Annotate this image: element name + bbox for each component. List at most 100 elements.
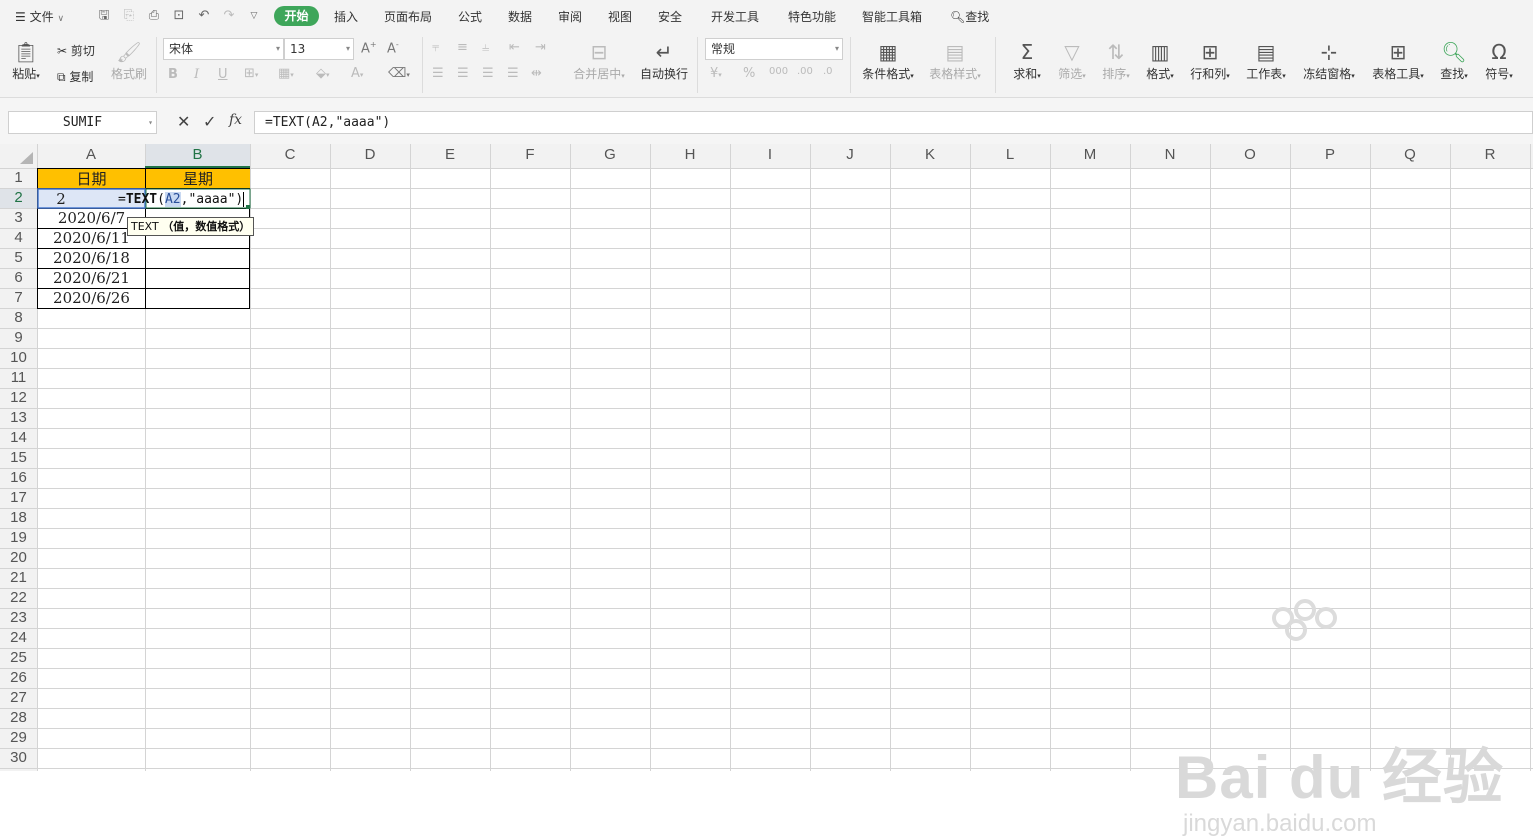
tab-home[interactable]: 开始 — [274, 6, 319, 26]
eraser-icon[interactable]: ⌫▾ — [388, 66, 410, 81]
underline-icon[interactable]: U — [218, 67, 228, 82]
row-header-15[interactable]: 15 — [0, 448, 37, 468]
row-header-4[interactable]: 4 — [0, 228, 37, 248]
row-header-30[interactable]: 30 — [0, 748, 37, 768]
align-left-icon[interactable]: ☰ — [432, 66, 444, 81]
row-header-5[interactable]: 5 — [0, 248, 37, 268]
print-icon[interactable]: ⎙ — [146, 8, 162, 24]
row-header-2[interactable]: 2 — [0, 188, 37, 208]
align-top-icon[interactable]: ⫧ — [432, 40, 439, 55]
column-header-g[interactable]: G — [570, 144, 650, 168]
column-header-f[interactable]: F — [490, 144, 570, 168]
row-header-10[interactable]: 10 — [0, 348, 37, 368]
save-icon[interactable]: 🖫 — [96, 8, 112, 24]
bold-icon[interactable]: B — [168, 67, 178, 82]
cell-style-icon[interactable]: ▦▾ — [278, 66, 294, 81]
font-size-select[interactable]: 13 ▾ — [284, 38, 354, 60]
number-format-select[interactable]: 常规 ▾ — [705, 38, 843, 60]
file-menu[interactable]: ☰ 文件 ∨ — [15, 8, 64, 25]
distributed-align-icon[interactable]: ⇹ — [531, 66, 542, 81]
column-header-b[interactable]: B — [145, 144, 250, 168]
font-color-icon[interactable]: A▾ — [351, 66, 363, 81]
tab-data[interactable]: 数据 — [508, 8, 532, 25]
column-header-d[interactable]: D — [330, 144, 410, 168]
wrap-text-button[interactable]: ↵ 自动换行 — [639, 39, 689, 82]
font-name-select[interactable]: 宋体 ▾ — [163, 38, 284, 60]
row-header-6[interactable]: 6 — [0, 268, 37, 288]
table-style-button[interactable]: ▤ 表格样式▾ — [926, 39, 984, 82]
column-header-l[interactable]: L — [970, 144, 1050, 168]
column-header-q[interactable]: Q — [1370, 144, 1450, 168]
row-header-25[interactable]: 25 — [0, 648, 37, 668]
customize-dropdown-icon[interactable]: ▽ — [246, 8, 262, 24]
italic-icon[interactable]: I — [194, 67, 199, 82]
row-header-20[interactable]: 20 — [0, 548, 37, 568]
cell-a6[interactable]: 2020/6/21 — [38, 268, 145, 288]
formula-input[interactable]: =TEXT(A2,"aaaa") — [254, 111, 1533, 134]
row-header-21[interactable]: 21 — [0, 568, 37, 588]
row-header-8[interactable]: 8 — [0, 308, 37, 328]
column-header-c[interactable]: C — [250, 144, 330, 168]
column-header-j[interactable]: J — [810, 144, 890, 168]
row-header-26[interactable]: 26 — [0, 668, 37, 688]
column-header-n[interactable]: N — [1130, 144, 1210, 168]
row-header-17[interactable]: 17 — [0, 488, 37, 508]
tab-formulas[interactable]: 公式 — [458, 8, 482, 25]
name-box[interactable]: SUMIF ▾ — [8, 111, 157, 134]
confirm-icon[interactable]: ✓ — [203, 112, 216, 131]
percent-icon[interactable]: % — [743, 66, 755, 81]
undo-icon[interactable]: ↶ — [196, 8, 212, 24]
column-header-a[interactable]: A — [37, 144, 145, 168]
row-header-13[interactable]: 13 — [0, 408, 37, 428]
column-header-p[interactable]: P — [1290, 144, 1370, 168]
row-header-29[interactable]: 29 — [0, 728, 37, 748]
row-header-24[interactable]: 24 — [0, 628, 37, 648]
decrease-indent-icon[interactable]: ⇤ — [509, 40, 520, 55]
search-command[interactable]: 🔍︎查找 — [950, 8, 989, 25]
row-header-28[interactable]: 28 — [0, 708, 37, 728]
tab-security[interactable]: 安全 — [658, 8, 682, 25]
decrease-decimal-icon[interactable]: .0 — [823, 66, 833, 77]
sort-button[interactable]: ⇅ 排序▾ — [1099, 39, 1133, 82]
cell-a7[interactable]: 2020/6/26 — [38, 288, 145, 308]
find-button[interactable]: 🔍︎ 查找▾ — [1437, 39, 1471, 82]
tab-page-layout[interactable]: 页面布局 — [384, 8, 432, 25]
row-header-27[interactable]: 27 — [0, 688, 37, 708]
row-header-23[interactable]: 23 — [0, 608, 37, 628]
cell-a1[interactable]: 日期 — [38, 169, 145, 188]
filter-button[interactable]: ▽ 筛选▾ — [1055, 39, 1089, 82]
cell-a5[interactable]: 2020/6/18 — [38, 248, 145, 268]
row-header-19[interactable]: 19 — [0, 528, 37, 548]
merge-center-button[interactable]: ⊟ 合并居中▾ — [570, 39, 628, 82]
row-col-button[interactable]: ⊞ 行和列▾ — [1187, 39, 1233, 82]
export-icon[interactable]: ⎘ — [121, 8, 137, 24]
sum-button[interactable]: Σ 求和▾ — [1010, 39, 1044, 82]
tab-smart-toolbox[interactable]: 智能工具箱 — [862, 8, 922, 25]
copy-button[interactable]: ⧉ 复制 — [57, 68, 93, 85]
cell-b2-editor[interactable]: =TEXT(A2,"aaaa") — [118, 190, 245, 210]
symbol-button[interactable]: Ω 符号▾ — [1482, 39, 1516, 82]
fill-color-icon[interactable]: ⬙▾ — [316, 66, 330, 81]
cut-button[interactable]: ✂ 剪切 — [57, 42, 95, 59]
row-header-12[interactable]: 12 — [0, 388, 37, 408]
column-header-r[interactable]: R — [1450, 144, 1530, 168]
row-header-18[interactable]: 18 — [0, 508, 37, 528]
redo-icon[interactable]: ↷ — [221, 8, 237, 24]
print-preview-icon[interactable]: ⊡ — [171, 8, 187, 24]
row-header-7[interactable]: 7 — [0, 288, 37, 308]
column-header-h[interactable]: H — [650, 144, 730, 168]
border-icon[interactable]: ⊞▾ — [244, 66, 258, 81]
justify-icon[interactable]: ☰ — [507, 66, 519, 81]
row-header-11[interactable]: 11 — [0, 368, 37, 388]
align-middle-icon[interactable]: ≡ — [457, 40, 468, 55]
decrease-font-icon[interactable]: A- — [387, 40, 399, 56]
format-button[interactable]: ▥ 格式▾ — [1143, 39, 1177, 82]
freeze-panes-button[interactable]: ⊹ 冻结窗格▾ — [1300, 39, 1358, 82]
conditional-format-button[interactable]: ▦ 条件格式▾ — [859, 39, 917, 82]
insert-function-icon[interactable]: fx — [229, 112, 242, 128]
tab-insert[interactable]: 插入 — [334, 8, 358, 25]
align-bottom-icon[interactable]: ⫨ — [482, 40, 489, 55]
paste-button[interactable]: 📋︎ 粘贴▾ — [10, 39, 42, 82]
row-header-22[interactable]: 22 — [0, 588, 37, 608]
table-tools-button[interactable]: ⊞ 表格工具▾ — [1369, 39, 1427, 82]
